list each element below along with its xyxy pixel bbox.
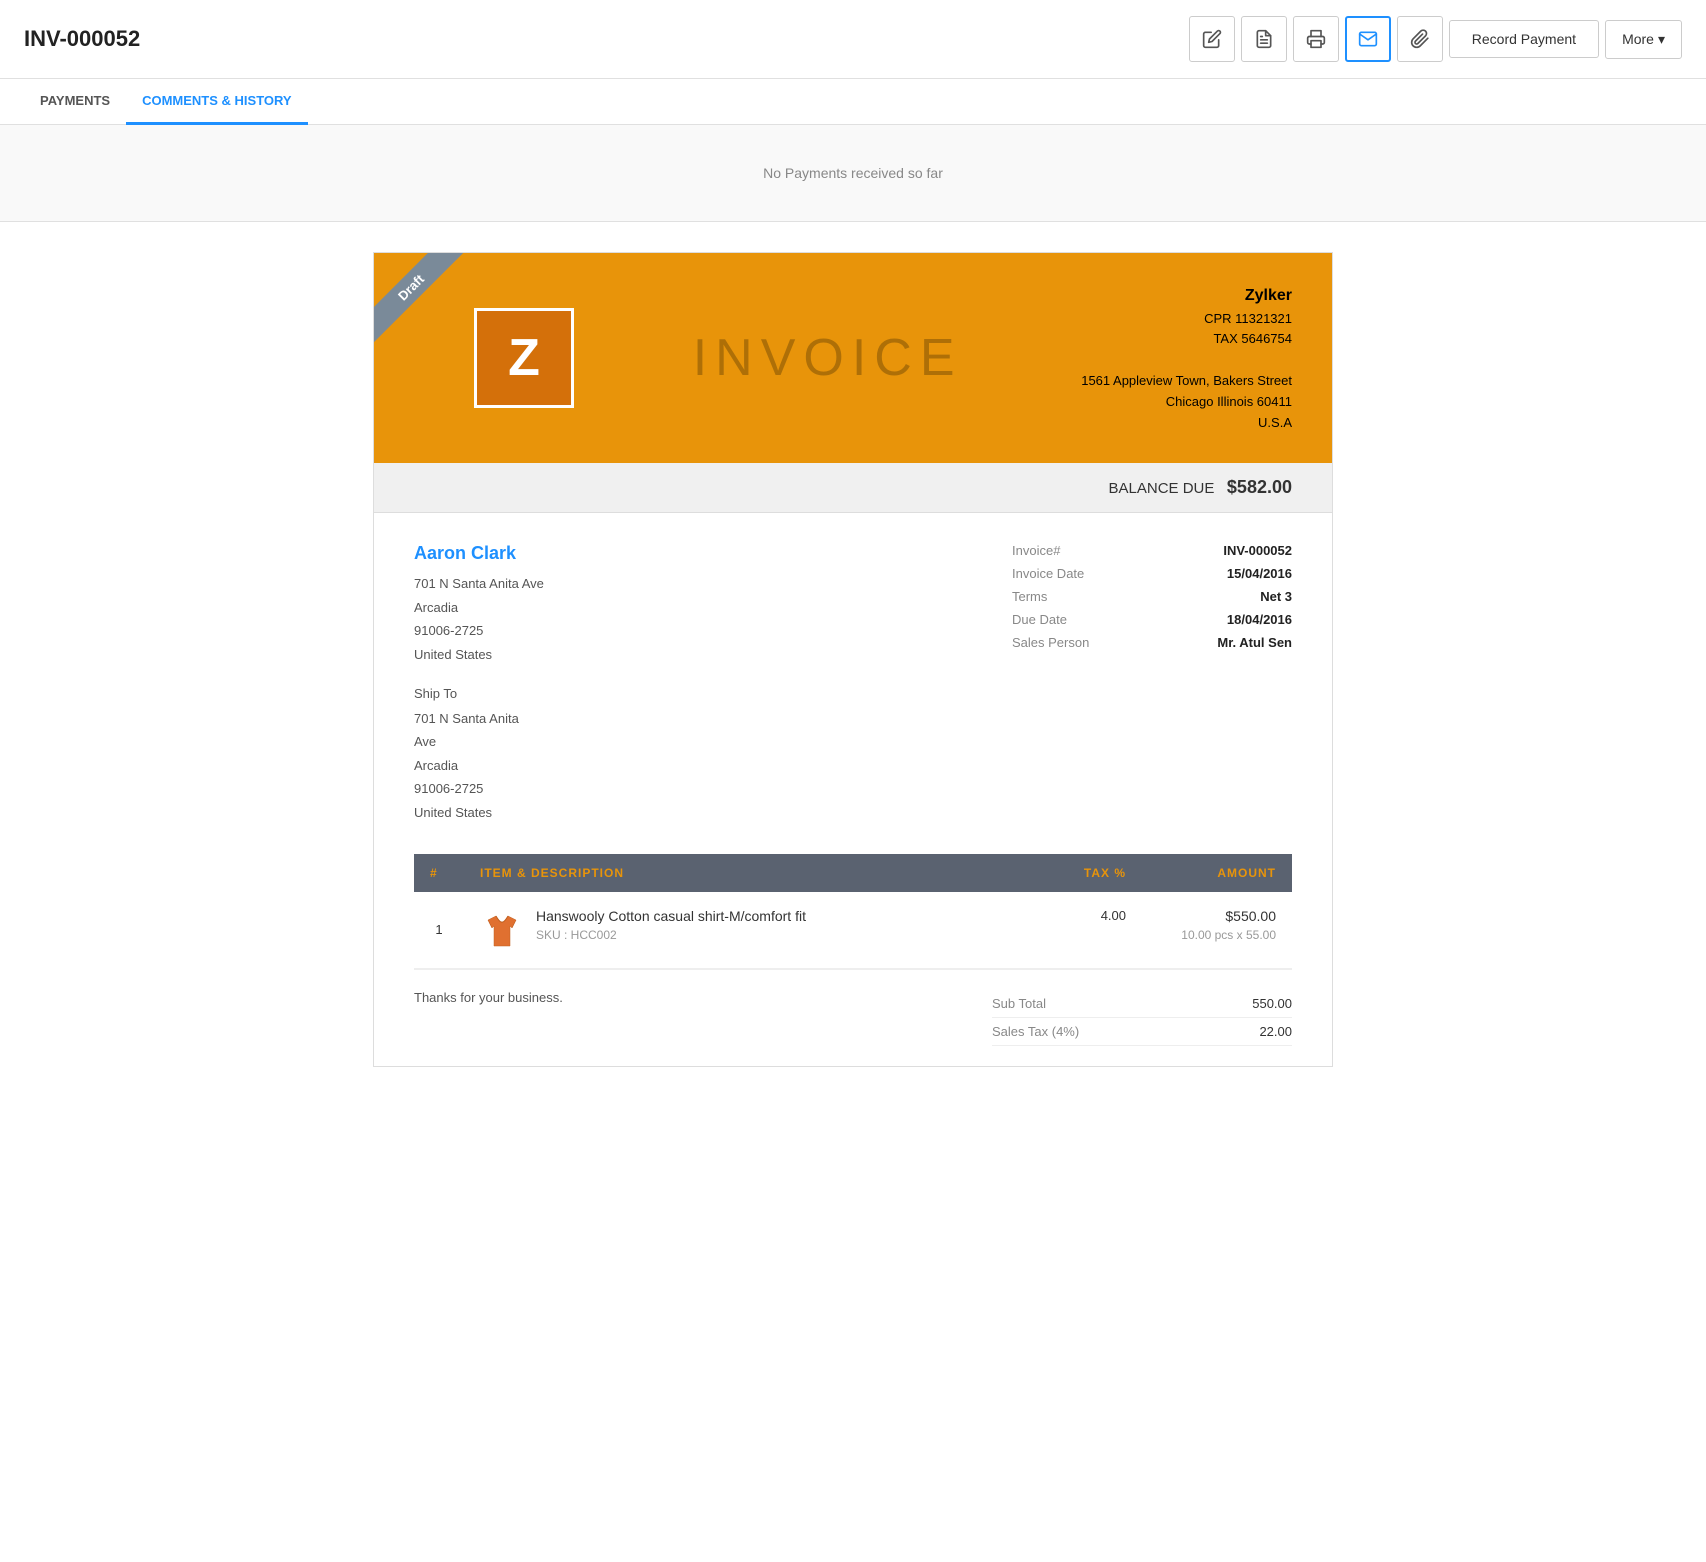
subtotal-row: Sub Total 550.00 xyxy=(992,990,1292,1018)
meta-invoice-num: Invoice# INV-000052 xyxy=(1012,543,1292,558)
client-name: Aaron Clark xyxy=(414,543,972,564)
tabs: PAYMENTS COMMENTS & HISTORY xyxy=(0,79,1706,125)
item-image xyxy=(480,908,524,952)
invoice-banner: Draft Z INVOICE Zylker CPR 11321321 TAX … xyxy=(374,253,1332,463)
company-address1: 1561 Appleview Town, Bakers Street xyxy=(1081,371,1292,392)
draft-ribbon: Draft xyxy=(374,253,484,363)
tab-payments[interactable]: PAYMENTS xyxy=(24,79,126,125)
company-logo: Z xyxy=(474,308,574,408)
invoice-meta: Invoice# INV-000052 Invoice Date 15/04/2… xyxy=(1012,543,1292,824)
ship-to-address: 701 N Santa Anita Ave Arcadia 91006-2725… xyxy=(414,707,972,824)
company-cpr: CPR 11321321 xyxy=(1081,309,1292,330)
row-amount: $550.00 10.00 pcs x 55.00 xyxy=(1142,892,1292,969)
print-button[interactable] xyxy=(1293,16,1339,62)
company-address3: U.S.A xyxy=(1081,413,1292,434)
items-table: # ITEM & DESCRIPTION TAX % AMOUNT 1 xyxy=(414,854,1292,969)
record-payment-button[interactable]: Record Payment xyxy=(1449,20,1599,58)
thanks-message: Thanks for your business. xyxy=(414,990,563,1005)
draft-label: Draft xyxy=(374,253,466,342)
company-info: Zylker CPR 11321321 TAX 5646754 1561 App… xyxy=(1081,283,1292,433)
invoice-footer: Thanks for your business. Sub Total 550.… xyxy=(414,969,1292,1066)
company-tax: TAX 5646754 xyxy=(1081,329,1292,350)
tax-row: Sales Tax (4%) 22.00 xyxy=(992,1018,1292,1046)
col-amount: AMOUNT xyxy=(1142,854,1292,892)
meta-due-date: Due Date 18/04/2016 xyxy=(1012,612,1292,627)
attach-button[interactable] xyxy=(1397,16,1443,62)
col-item: ITEM & DESCRIPTION xyxy=(464,854,1022,892)
more-button[interactable]: More ▾ xyxy=(1605,20,1682,59)
invoice-container: Draft Z INVOICE Zylker CPR 11321321 TAX … xyxy=(373,252,1333,1067)
top-bar: INV-000052 xyxy=(0,0,1706,79)
edit-button[interactable] xyxy=(1189,16,1235,62)
company-address2: Chicago Illinois 60411 xyxy=(1081,392,1292,413)
tab-comments-history[interactable]: COMMENTS & HISTORY xyxy=(126,79,308,125)
balance-due-bar: BALANCE DUE $582.00 xyxy=(374,463,1332,513)
totals-section: Sub Total 550.00 Sales Tax (4%) 22.00 xyxy=(992,990,1292,1046)
col-num: # xyxy=(414,854,464,892)
row-num: 1 xyxy=(414,892,464,969)
meta-sales-person: Sales Person Mr. Atul Sen xyxy=(1012,635,1292,650)
payments-empty-state: No Payments received so far xyxy=(0,125,1706,222)
row-tax: 4.00 xyxy=(1022,892,1142,969)
balance-due-amount: $582.00 xyxy=(1227,477,1292,497)
invoice-body: Aaron Clark 701 N Santa Anita Ave Arcadi… xyxy=(374,513,1332,854)
client-address: 701 N Santa Anita Ave Arcadia 91006-2725… xyxy=(414,572,972,666)
chevron-down-icon: ▾ xyxy=(1658,31,1665,48)
ship-to-label: Ship To xyxy=(414,686,972,701)
col-tax: TAX % xyxy=(1022,854,1142,892)
balance-due-label: BALANCE DUE xyxy=(1109,480,1215,497)
toolbar: Record Payment More ▾ xyxy=(1189,16,1682,62)
table-row: 1 xyxy=(414,892,1292,969)
pdf-button[interactable] xyxy=(1241,16,1287,62)
email-button[interactable] xyxy=(1345,16,1391,62)
invoice-id: INV-000052 xyxy=(24,26,140,52)
row-item: Hanswooly Cotton casual shirt-M/comfort … xyxy=(464,892,1022,969)
meta-terms: Terms Net 3 xyxy=(1012,589,1292,604)
invoice-title: INVOICE xyxy=(574,328,1081,388)
bill-to: Aaron Clark 701 N Santa Anita Ave Arcadi… xyxy=(414,543,972,824)
company-name: Zylker xyxy=(1081,283,1292,309)
meta-invoice-date: Invoice Date 15/04/2016 xyxy=(1012,566,1292,581)
